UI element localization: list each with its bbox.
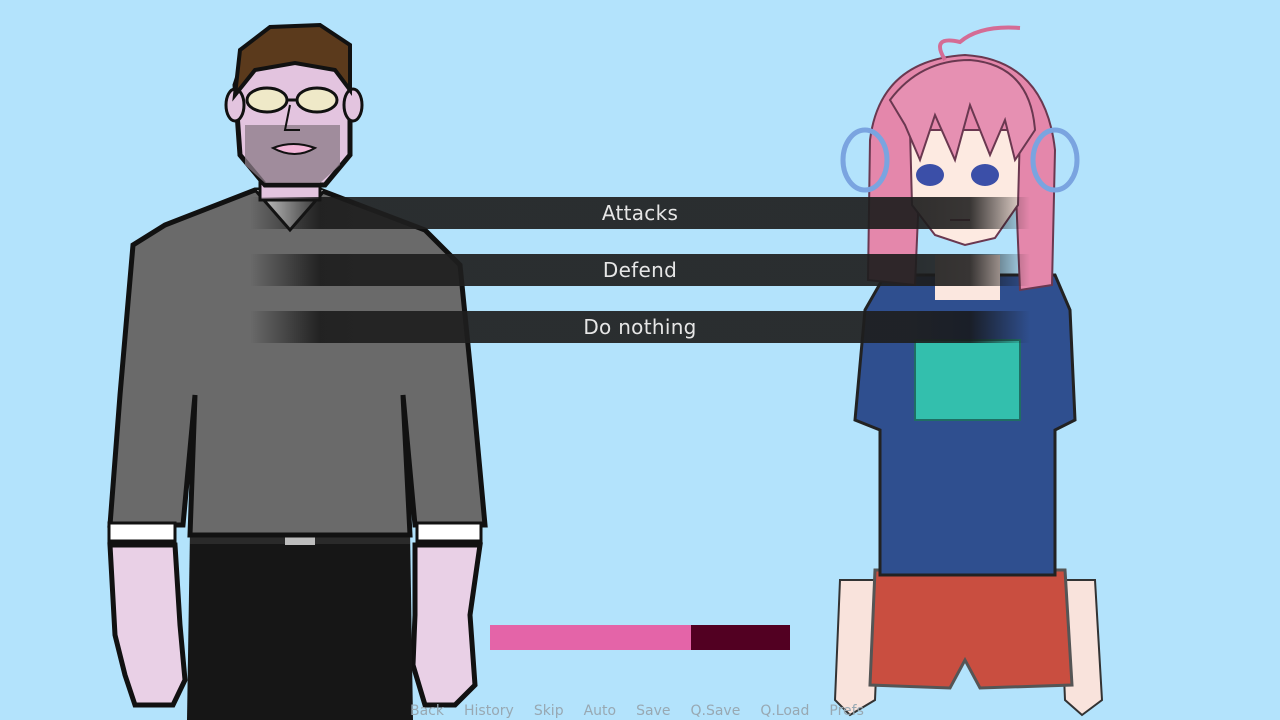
quick-menu-skip[interactable]: Skip (524, 703, 574, 720)
choice-label: Do nothing (583, 315, 697, 339)
choice-button-do-nothing[interactable]: Do nothing (250, 311, 1030, 343)
quick-menu-qsave[interactable]: Q.Save (680, 703, 750, 720)
quick-menu-back[interactable]: Back (400, 703, 454, 720)
quick-menu-save[interactable]: Save (626, 703, 680, 720)
girl-character-sprite (833, 25, 1104, 717)
quick-menu-qload[interactable]: Q.Load (750, 703, 819, 720)
quick-menu-prefs[interactable]: Prefs (819, 703, 873, 720)
health-bar-fill (490, 625, 691, 650)
health-bar (490, 625, 790, 650)
quick-menu-history[interactable]: History (454, 703, 524, 720)
choice-button-attacks[interactable]: Attacks (250, 197, 1030, 229)
man-character-sprite (107, 22, 488, 720)
choice-button-defend[interactable]: Defend (250, 254, 1030, 286)
choice-label: Attacks (601, 201, 679, 225)
quick-menu: Back History Skip Auto Save Q.Save Q.Loa… (400, 703, 880, 720)
quick-menu-auto[interactable]: Auto (574, 703, 627, 720)
choice-label: Defend (602, 258, 678, 282)
